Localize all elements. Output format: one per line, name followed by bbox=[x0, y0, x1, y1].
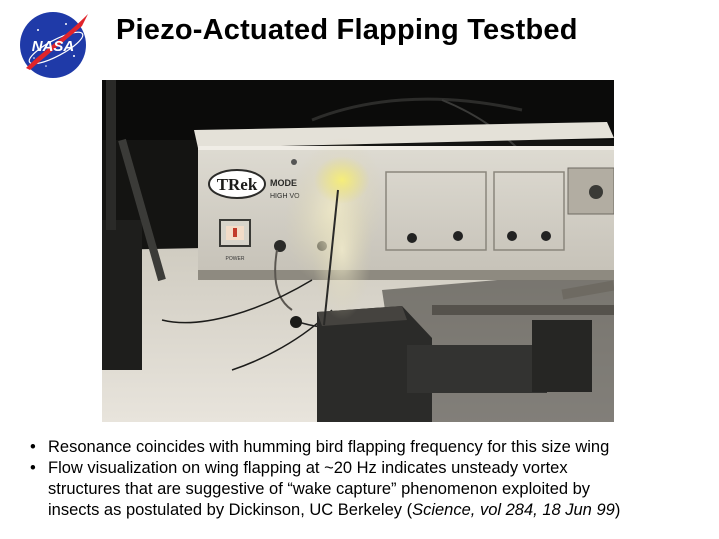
bullet-text: Resonance coincides with humming bird fl… bbox=[48, 438, 610, 456]
bullet-line: structures that are suggestive of “wake … bbox=[48, 480, 591, 498]
trek-brand-label: TRek bbox=[217, 175, 258, 194]
bullet-item-flow-visualization: • Flow visualization on wing flapping at… bbox=[30, 458, 710, 521]
nasa-logo: NASA bbox=[16, 8, 90, 82]
bullet-item-resonance: • Resonance coincides with humming bird … bbox=[30, 437, 710, 458]
bullet-marker: • bbox=[30, 438, 36, 456]
nasa-meatball-icon: NASA bbox=[20, 12, 88, 78]
testbed-photo: TRek MODE HIGH VO POWER bbox=[102, 80, 614, 422]
photo-testbed-image: TRek MODE HIGH VO POWER bbox=[102, 80, 614, 422]
citation-text: Science, vol 284, 18 Jun 99 bbox=[412, 501, 615, 519]
slide: NASA Piezo-Actuated Flapping Testbed TRe… bbox=[0, 0, 719, 539]
bullet-line: Flow visualization on wing flapping at ~… bbox=[48, 459, 568, 477]
slide-title: Piezo-Actuated Flapping Testbed bbox=[116, 14, 578, 46]
logo-text: NASA bbox=[32, 38, 75, 55]
bullet-marker: • bbox=[30, 459, 36, 477]
bullet-list: • Resonance coincides with humming bird … bbox=[30, 437, 710, 521]
bullet-line: insects as postulated by Dickinson, UC B… bbox=[48, 501, 413, 519]
citation-close: ) bbox=[614, 501, 621, 519]
power-label: POWER bbox=[226, 256, 245, 262]
